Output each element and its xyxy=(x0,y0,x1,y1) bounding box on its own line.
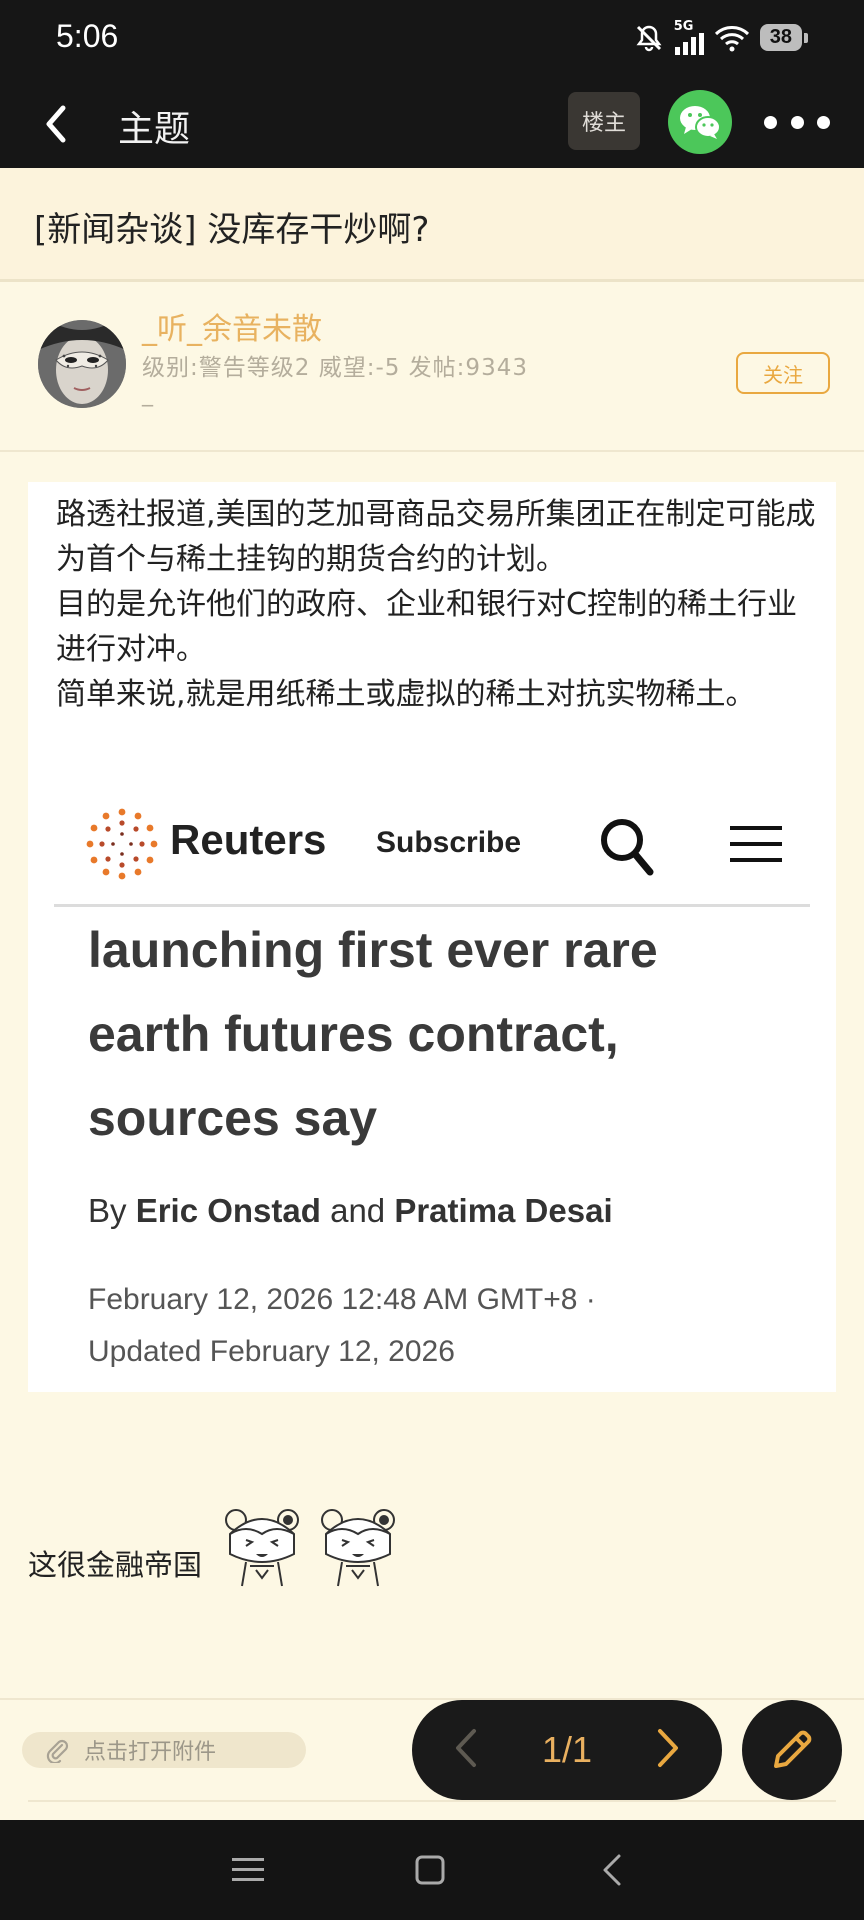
chevron-right-icon xyxy=(657,1729,678,1767)
dot-icon xyxy=(790,115,804,129)
mute-bell-icon xyxy=(634,23,664,53)
title-bar: 主题 楼主 xyxy=(0,80,864,168)
pencil-icon xyxy=(774,1730,812,1768)
reuters-logo-icon xyxy=(86,808,158,880)
back-arrow-icon xyxy=(603,1854,621,1886)
reuters-header: Reuters Subscribe xyxy=(84,794,788,890)
next-page-button[interactable] xyxy=(656,1727,682,1773)
hamburger-menu-icon xyxy=(730,826,782,862)
system-nav-bar xyxy=(0,1820,864,1920)
home-square-icon xyxy=(415,1855,445,1885)
status-bar: 5:06 5G 38 xyxy=(0,0,864,80)
post-paragraph: 目的是允许他们的政府、企业和银行对C控制的稀土行业进行对冲。 xyxy=(56,587,797,667)
owner-only-button[interactable]: 楼主 xyxy=(568,92,640,150)
divider xyxy=(0,1698,864,1700)
back-button[interactable] xyxy=(30,98,82,150)
divider xyxy=(28,1800,836,1802)
home-button[interactable] xyxy=(410,1850,450,1890)
system-back-button[interactable] xyxy=(592,1850,632,1890)
avatar[interactable] xyxy=(38,320,126,408)
byline-by: By xyxy=(88,1192,136,1229)
article-updated: Updated February 12, 2026 xyxy=(88,1335,455,1368)
paperclip-icon xyxy=(44,1737,70,1763)
wechat-icon xyxy=(680,106,721,139)
page-navigator: 1/1 xyxy=(412,1700,722,1800)
topic-header: [新闻杂谈] 没库存干炒啊? xyxy=(0,168,864,282)
sticker-emoji xyxy=(321,1509,395,1587)
reply-edit-button[interactable] xyxy=(742,1700,842,1800)
dot-icon xyxy=(817,115,830,129)
post-paragraph: 路透社报道,美国的芝加哥商品交易所集团正在制定可能成为首个与稀土挂钩的期货合约的… xyxy=(56,497,816,577)
article-dateline: February 12, 2026 12:48 AM GMT+8 · Updat… xyxy=(88,1274,596,1378)
signal-5g-icon: 5G xyxy=(674,20,704,55)
status-time: 5:06 xyxy=(56,18,119,54)
page-title: 主题 xyxy=(118,109,191,150)
avatar-image xyxy=(38,320,126,408)
author-info: _听_余音未散 级别:警告等级2 威望:-5 发帖:9343 _ 关注 xyxy=(0,284,864,452)
byline-author-2: Pratima Desai xyxy=(394,1192,613,1229)
wifi-icon xyxy=(714,24,750,52)
attachment-label: 点击打开附件 xyxy=(84,1740,217,1765)
sticker-emoji xyxy=(225,1509,299,1587)
divider xyxy=(54,904,810,907)
author-signature: _ xyxy=(142,382,153,407)
topic-title: [新闻杂谈] 没库存干炒啊? xyxy=(34,210,430,250)
author-name[interactable]: _听_余音未散 xyxy=(142,304,322,348)
wechat-share-button[interactable] xyxy=(668,90,732,154)
search-icon xyxy=(601,819,654,876)
battery-icon: 38 xyxy=(759,24,809,51)
chevron-left-icon xyxy=(456,1729,476,1767)
article-date: February 12, 2026 12:48 AM GMT+8 · xyxy=(88,1283,596,1316)
headline-line: earth futures contract, xyxy=(88,1006,619,1062)
recent-apps-button[interactable] xyxy=(228,1850,268,1890)
follow-button[interactable]: 关注 xyxy=(736,352,830,394)
headline-line: sources say xyxy=(88,1090,378,1146)
sticker-group xyxy=(216,1500,404,1588)
byline-author-1: Eric Onstad xyxy=(135,1192,321,1229)
prev-page-button[interactable] xyxy=(452,1727,478,1773)
post-paragraph: 简单来说,就是用纸稀土或虚拟的稀土对抗实物稀土。 xyxy=(56,677,756,712)
reuters-brand: Reuters xyxy=(170,816,327,863)
page-indicator[interactable]: 1/1 xyxy=(542,1729,592,1771)
byline-and: and xyxy=(320,1192,395,1229)
post-comment: 这很金融帝国 xyxy=(28,1548,203,1582)
dot-icon xyxy=(764,115,777,129)
author-meta: 级别:警告等级2 威望:-5 发帖:9343 xyxy=(142,355,528,381)
menu-icon xyxy=(232,1858,264,1881)
open-attachment-button[interactable]: 点击打开附件 xyxy=(22,1732,306,1768)
headline-line: launching first ever rare xyxy=(88,922,658,978)
more-options-button[interactable] xyxy=(764,102,830,142)
status-icons: 5G 38 xyxy=(634,20,809,55)
article-byline: By Eric Onstad and Pratima Desai xyxy=(88,1192,613,1230)
post-image-text: 路透社报道,美国的芝加哥商品交易所集团正在制定可能成为首个与稀土挂钩的期货合约的… xyxy=(56,492,816,717)
article-headline: launching first ever rare earth futures … xyxy=(88,908,808,1160)
network-type-label: 5G xyxy=(673,19,694,34)
chevron-left-icon xyxy=(46,105,66,143)
post-image[interactable]: 路透社报道,美国的芝加哥商品交易所集团正在制定可能成为首个与稀土挂钩的期货合约的… xyxy=(28,482,836,1392)
subscribe-label: Subscribe xyxy=(376,826,522,859)
